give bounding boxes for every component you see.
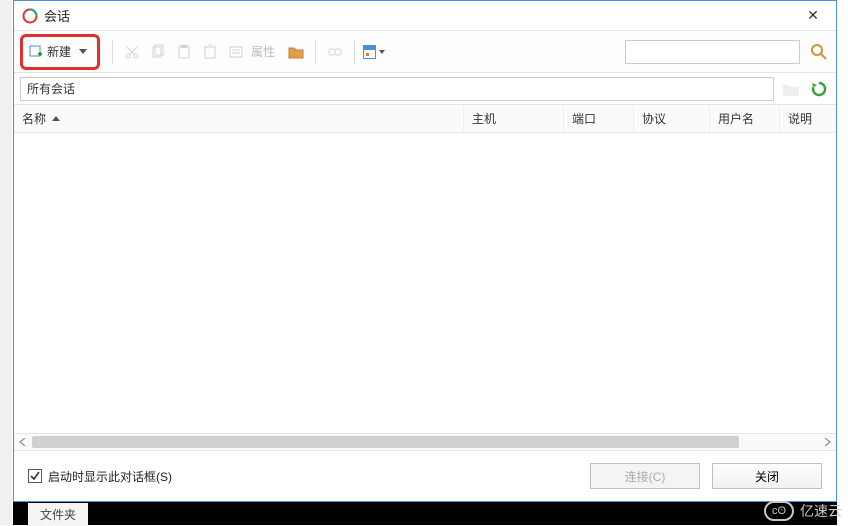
sessions-dialog: 会话 ✕ 新建 属性 — [13, 0, 837, 502]
background-left-strip — [0, 0, 12, 525]
toolbar: 新建 属性 — [14, 31, 836, 73]
column-username[interactable]: 用户名 — [710, 105, 780, 132]
link-icon — [324, 41, 346, 63]
cut-icon — [121, 41, 143, 63]
search-input[interactable] — [625, 40, 800, 64]
watermark: cʘ 亿速云 — [764, 501, 842, 521]
highlight-new-button: 新建 — [20, 34, 100, 70]
view-mode-button[interactable] — [363, 41, 385, 63]
new-button-label: 新建 — [47, 43, 71, 60]
pathbar: 所有会话 — [14, 73, 836, 105]
dropdown-caret-icon — [79, 49, 87, 54]
refresh-button[interactable] — [808, 78, 830, 100]
toolbar-separator — [112, 40, 113, 64]
watermark-text: 亿速云 — [800, 501, 842, 521]
window-close-button[interactable]: ✕ — [798, 1, 828, 31]
new-session-button[interactable]: 新建 — [25, 39, 95, 65]
scroll-left-button[interactable] — [14, 434, 32, 450]
window-title: 会话 — [44, 6, 798, 25]
column-description[interactable]: 说明 — [780, 105, 836, 132]
path-field[interactable]: 所有会话 — [20, 77, 774, 101]
delete-icon — [199, 41, 221, 63]
session-list-empty — [14, 133, 836, 433]
paste-icon — [173, 41, 195, 63]
properties-icon — [225, 41, 247, 63]
column-name[interactable]: 名称 — [14, 105, 464, 132]
column-host[interactable]: 主机 — [464, 105, 564, 132]
properties-label: 属性 — [251, 43, 275, 60]
column-protocol[interactable]: 协议 — [634, 105, 710, 132]
scroll-track[interactable] — [32, 434, 818, 450]
new-icon — [29, 45, 43, 59]
watermark-icon: cʘ — [764, 501, 794, 521]
connect-button: 连接(C) — [590, 463, 700, 489]
scroll-thumb[interactable] — [32, 436, 739, 448]
toolbar-separator — [315, 40, 316, 64]
calendar-icon — [363, 45, 376, 59]
new-folder-icon[interactable] — [285, 41, 307, 63]
scroll-right-button[interactable] — [818, 434, 836, 450]
dropdown-caret-icon — [379, 50, 385, 54]
background-tab: 文件夹 — [28, 503, 88, 526]
checkbox-icon — [28, 469, 42, 483]
sort-asc-icon — [52, 116, 60, 121]
show-on-startup-label: 启动时显示此对话框(S) — [48, 468, 172, 485]
background-below-strip — [13, 502, 837, 525]
toolbar-separator — [354, 40, 355, 64]
copy-icon — [147, 41, 169, 63]
horizontal-scrollbar[interactable] — [14, 433, 836, 451]
search-button[interactable] — [808, 41, 830, 63]
close-button[interactable]: 关闭 — [712, 463, 822, 489]
dialog-footer: 启动时显示此对话框(S) 连接(C) 关闭 — [14, 451, 836, 501]
show-on-startup-checkbox[interactable]: 启动时显示此对话框(S) — [28, 468, 172, 485]
app-icon — [22, 8, 38, 24]
table-header: 名称 主机 端口 协议 用户名 说明 — [14, 105, 836, 133]
path-text: 所有会话 — [27, 80, 75, 97]
column-port[interactable]: 端口 — [564, 105, 634, 132]
titlebar: 会话 ✕ — [14, 1, 836, 31]
folder-up-icon[interactable] — [780, 78, 802, 100]
